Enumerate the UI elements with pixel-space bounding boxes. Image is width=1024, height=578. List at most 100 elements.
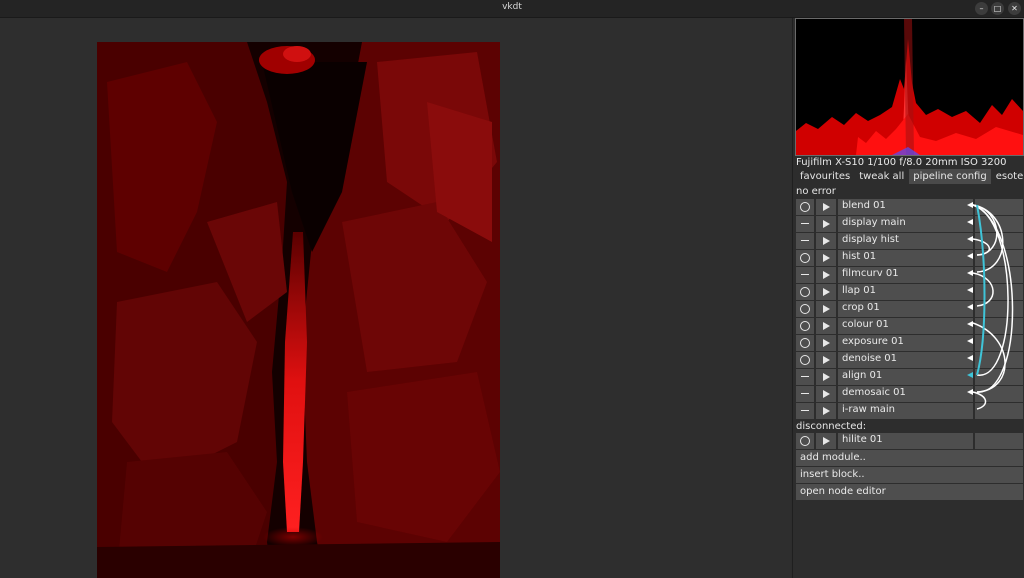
- module-connector-area[interactable]: [975, 267, 1023, 283]
- module-label: hilite 01: [842, 434, 883, 445]
- circle-icon: [800, 202, 810, 212]
- module-label: denoise 01: [842, 353, 897, 364]
- module-label: align 01: [842, 370, 883, 381]
- play-icon: [823, 356, 830, 364]
- tab-tweak-all[interactable]: tweak all: [855, 169, 908, 184]
- play-icon: [823, 437, 830, 445]
- module-expand-button[interactable]: [816, 284, 836, 300]
- module-expand-button[interactable]: [816, 233, 836, 249]
- module-name[interactable]: display hist: [838, 233, 973, 249]
- module-toggle-button[interactable]: [796, 216, 814, 232]
- tab-esoteric[interactable]: esoteric: [992, 169, 1024, 184]
- module-connector-area[interactable]: [975, 301, 1023, 317]
- module-connector-area[interactable]: [975, 386, 1023, 402]
- play-icon: [823, 373, 830, 381]
- module-label: exposure 01: [842, 336, 904, 347]
- module-row: denoise 01: [796, 352, 1023, 368]
- module-connector-area[interactable]: [975, 335, 1023, 351]
- module-expand-button[interactable]: [816, 352, 836, 368]
- module-toggle-button[interactable]: [796, 403, 814, 419]
- module-connector-area[interactable]: [975, 433, 1023, 449]
- module-label: display hist: [842, 234, 899, 245]
- module-toggle-button[interactable]: [796, 352, 814, 368]
- module-name[interactable]: llap 01: [838, 284, 973, 300]
- module-toggle-button[interactable]: [796, 335, 814, 351]
- module-expand-button[interactable]: [816, 250, 836, 266]
- window-title: vkdt: [502, 2, 522, 12]
- module-connector-area[interactable]: [975, 250, 1023, 266]
- module-toggle-button[interactable]: [796, 369, 814, 385]
- circle-icon: [800, 436, 810, 446]
- module-toggle-button[interactable]: [796, 433, 814, 449]
- module-toggle-button[interactable]: [796, 250, 814, 266]
- module-row: display main: [796, 216, 1023, 232]
- module-expand-button[interactable]: [816, 335, 836, 351]
- module-name[interactable]: display main: [838, 216, 973, 232]
- disconnected-module-row: hilite 01: [796, 433, 1023, 449]
- module-connector-area[interactable]: [975, 199, 1023, 215]
- module-connector-area[interactable]: [975, 284, 1023, 300]
- dash-icon: [801, 410, 809, 411]
- module-name[interactable]: i-raw main: [838, 403, 973, 419]
- module-expand-button[interactable]: [816, 216, 836, 232]
- status-text: no error: [796, 186, 836, 197]
- play-icon: [823, 407, 830, 415]
- module-expand-button[interactable]: [816, 267, 836, 283]
- module-row: llap 01: [796, 284, 1023, 300]
- module-label: crop 01: [842, 302, 880, 313]
- module-name[interactable]: denoise 01: [838, 352, 973, 368]
- module-name[interactable]: hilite 01: [838, 433, 973, 449]
- module-toggle-button[interactable]: [796, 301, 814, 317]
- module-expand-button[interactable]: [816, 318, 836, 334]
- module-connector-area[interactable]: [975, 369, 1023, 385]
- module-expand-button[interactable]: [816, 403, 836, 419]
- module-connector-area[interactable]: [975, 403, 1023, 419]
- module-label: llap 01: [842, 285, 876, 296]
- module-connector-area[interactable]: [975, 318, 1023, 334]
- module-connector-area[interactable]: [975, 216, 1023, 232]
- module-label: colour 01: [842, 319, 889, 330]
- tab-pipeline-config[interactable]: pipeline config: [909, 169, 991, 184]
- module-name[interactable]: exposure 01: [838, 335, 973, 351]
- module-toggle-button[interactable]: [796, 233, 814, 249]
- module-row: filmcurv 01: [796, 267, 1023, 283]
- module-expand-button[interactable]: [816, 386, 836, 402]
- module-name[interactable]: align 01: [838, 369, 973, 385]
- module-row: colour 01: [796, 318, 1023, 334]
- dash-icon: [801, 274, 809, 275]
- circle-icon: [800, 304, 810, 314]
- insert-block-button[interactable]: insert block..: [796, 467, 1023, 483]
- module-name[interactable]: crop 01: [838, 301, 973, 317]
- module-expand-button[interactable]: [816, 199, 836, 215]
- module-connector-area[interactable]: [975, 233, 1023, 249]
- module-toggle-button[interactable]: [796, 267, 814, 283]
- module-name[interactable]: demosaic 01: [838, 386, 973, 402]
- module-toggle-button[interactable]: [796, 386, 814, 402]
- module-expand-button[interactable]: [816, 433, 836, 449]
- module-name[interactable]: colour 01: [838, 318, 973, 334]
- module-expand-button[interactable]: [816, 369, 836, 385]
- module-toggle-button[interactable]: [796, 318, 814, 334]
- image-viewport[interactable]: [0, 18, 791, 578]
- open-node-editor-button[interactable]: open node editor: [796, 484, 1023, 500]
- module-label: hist 01: [842, 251, 877, 262]
- maximize-icon[interactable]: □: [991, 2, 1004, 15]
- dash-icon: [801, 240, 809, 241]
- module-expand-button[interactable]: [816, 301, 836, 317]
- module-toggle-button[interactable]: [796, 284, 814, 300]
- module-name[interactable]: hist 01: [838, 250, 973, 266]
- histogram: [795, 18, 1024, 156]
- module-name[interactable]: filmcurv 01: [838, 267, 973, 283]
- module-row: exposure 01: [796, 335, 1023, 351]
- add-module-button[interactable]: add module..: [796, 450, 1023, 466]
- module-row: blend 01: [796, 199, 1023, 215]
- play-icon: [823, 271, 830, 279]
- module-label: demosaic 01: [842, 387, 906, 398]
- close-icon[interactable]: ✕: [1008, 2, 1021, 15]
- module-toggle-button[interactable]: [796, 199, 814, 215]
- play-icon: [823, 254, 830, 262]
- module-connector-area[interactable]: [975, 352, 1023, 368]
- tab-favourites[interactable]: favourites: [796, 169, 854, 184]
- minimize-icon[interactable]: –: [975, 2, 988, 15]
- module-name[interactable]: blend 01: [838, 199, 973, 215]
